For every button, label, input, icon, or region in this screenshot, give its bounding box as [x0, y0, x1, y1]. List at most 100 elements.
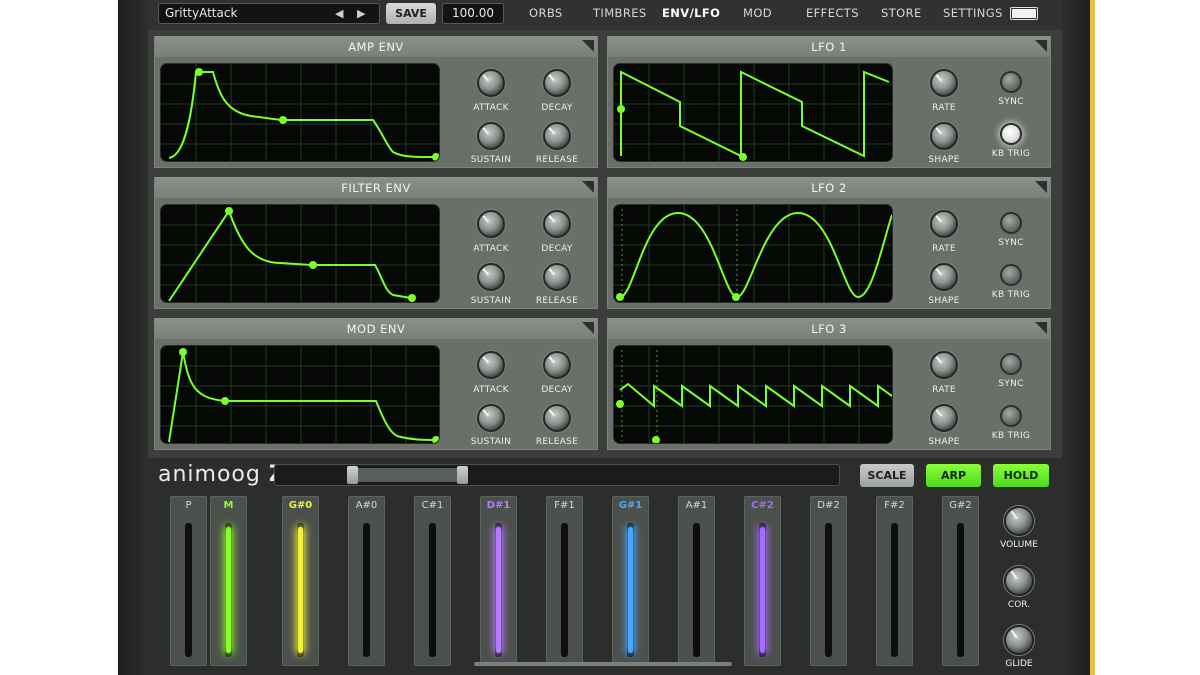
kb-trig-button[interactable] [1000, 264, 1022, 286]
decay-knob[interactable] [543, 351, 571, 379]
key-strip-fsharp1[interactable]: F#1 [546, 496, 583, 666]
volume-knob[interactable] [1004, 506, 1034, 536]
key-strip-csharp2[interactable]: C#2 [744, 496, 781, 666]
next-preset-icon[interactable]: ▶ [357, 4, 365, 23]
logo-text: animoog [158, 462, 261, 487]
cor-knob[interactable] [1004, 566, 1034, 596]
key-strip-slot [185, 523, 192, 657]
shape-knob[interactable] [930, 263, 958, 291]
key-strip-p[interactable]: P [170, 496, 207, 666]
tempo-field[interactable]: 100.00 [442, 3, 504, 24]
key-strip-dsharp1[interactable]: D#1 [480, 496, 517, 666]
scale-button[interactable]: SCALE [860, 464, 914, 487]
lfo3-display[interactable] [613, 345, 893, 444]
animoog-logo: animoog Z [158, 462, 286, 487]
key-strip-csharp1[interactable]: C#1 [414, 496, 451, 666]
decay-label: DECAY [541, 385, 573, 395]
kb-trig-button[interactable] [1000, 405, 1022, 427]
range-handle-right[interactable] [457, 466, 468, 484]
sustain-knob[interactable] [477, 404, 505, 432]
shape-knob[interactable] [930, 122, 958, 150]
key-strip-label: F#2 [884, 500, 905, 511]
tab-orbs[interactable]: ORBS [529, 6, 563, 20]
tab-env-lfo[interactable]: ENV/LFO [662, 6, 720, 20]
attack-knob[interactable] [477, 210, 505, 238]
hold-button[interactable]: HOLD [993, 464, 1049, 487]
tab-settings[interactable]: SETTINGS [943, 6, 1003, 20]
shape-knob[interactable] [930, 404, 958, 432]
release-label: RELEASE [535, 437, 579, 447]
panel-menu-icon[interactable] [582, 322, 594, 334]
panel-menu-icon[interactable] [1035, 322, 1047, 334]
attack-knob[interactable] [477, 351, 505, 379]
lfo1-display[interactable] [613, 63, 893, 162]
tab-store[interactable]: STORE [881, 6, 922, 20]
kb-trig-button[interactable] [1000, 123, 1022, 145]
key-strip-gsharp0[interactable]: G#0 [282, 496, 319, 666]
key-strip-slot [891, 523, 898, 657]
tab-effects[interactable]: EFFECTS [806, 6, 859, 20]
decay-knob[interactable] [543, 210, 571, 238]
filter-env-display[interactable] [160, 204, 440, 303]
key-strip-asharp0[interactable]: A#0 [348, 496, 385, 666]
rate-knob[interactable] [930, 210, 958, 238]
rate-knob[interactable] [930, 69, 958, 97]
key-strip-dsharp2[interactable]: D#2 [810, 496, 847, 666]
glide-knob[interactable] [1004, 625, 1034, 655]
key-strip-label: F#1 [554, 500, 575, 511]
panel-menu-icon[interactable] [582, 181, 594, 193]
decay-label: DECAY [541, 244, 573, 254]
mod-env-display[interactable] [160, 345, 440, 444]
home-indicator [474, 662, 732, 666]
amp-env-display[interactable] [160, 63, 440, 162]
lfo3-graph [614, 346, 892, 443]
tab-timbres[interactable]: TIMBRES [593, 6, 647, 20]
key-strip-fsharp2[interactable]: F#2 [876, 496, 913, 666]
decay-knob[interactable] [543, 69, 571, 97]
key-strip-slot [363, 523, 370, 657]
volume-label: VOLUME [1000, 540, 1038, 550]
sustain-label: SUSTAIN [470, 437, 512, 447]
preset-selector[interactable]: GrittyAttack ◀ ▶ [158, 3, 380, 24]
key-strip-label: G#0 [288, 500, 313, 511]
key-strip-gsharp1[interactable]: G#1 [612, 496, 649, 666]
panel-menu-icon[interactable] [1035, 40, 1047, 52]
arp-button[interactable]: ARP [926, 464, 981, 487]
key-strip-label: C#1 [421, 500, 444, 511]
save-button[interactable]: SAVE [386, 3, 436, 24]
shape-label: SHAPE [928, 155, 960, 165]
rate-knob[interactable] [930, 351, 958, 379]
lfo2-display[interactable] [613, 204, 893, 303]
range-handle-left[interactable] [347, 466, 358, 484]
sync-label: SYNC [998, 379, 1024, 389]
sync-button[interactable] [1000, 212, 1022, 234]
release-knob[interactable] [543, 404, 571, 432]
tab-mod[interactable]: MOD [743, 6, 772, 20]
sustain-knob[interactable] [477, 263, 505, 291]
panel-menu-icon[interactable] [1035, 181, 1047, 193]
lfo1-panel: LFO 1 RATE SHAPE SYNC KB TRIG [607, 36, 1051, 168]
attack-knob[interactable] [477, 69, 505, 97]
release-knob[interactable] [543, 263, 571, 291]
mod-env-panel: MOD ENV ATTACK DECAY SUSTAIN RELEASE [154, 318, 598, 450]
amp-env-panel: AMP ENV ATTACK DECAY SUSTAIN RELEASE [154, 36, 598, 168]
key-strip-label: D#1 [486, 500, 511, 511]
keyboard-range-bar[interactable] [274, 464, 840, 486]
prev-preset-icon[interactable]: ◀ [335, 4, 343, 23]
filter-env-graph [161, 205, 439, 302]
lfo1-graph [614, 64, 892, 161]
sync-button[interactable] [1000, 353, 1022, 375]
key-strip-gsharp2[interactable]: G#2 [942, 496, 979, 666]
release-knob[interactable] [543, 122, 571, 150]
sustain-label: SUSTAIN [470, 155, 512, 165]
sustain-label: SUSTAIN [470, 296, 512, 306]
sync-button[interactable] [1000, 71, 1022, 93]
frame-left [118, 0, 148, 675]
lfo2-panel: LFO 2 RATE SHAPE SYNC KB TRIG [607, 177, 1051, 309]
panel-menu-icon[interactable] [582, 40, 594, 52]
kb-trig-label: KB TRIG [991, 290, 1031, 300]
key-strip-m[interactable]: M [210, 496, 247, 666]
panel-title: MOD ENV [155, 319, 597, 339]
sustain-knob[interactable] [477, 122, 505, 150]
key-strip-asharp1[interactable]: A#1 [678, 496, 715, 666]
